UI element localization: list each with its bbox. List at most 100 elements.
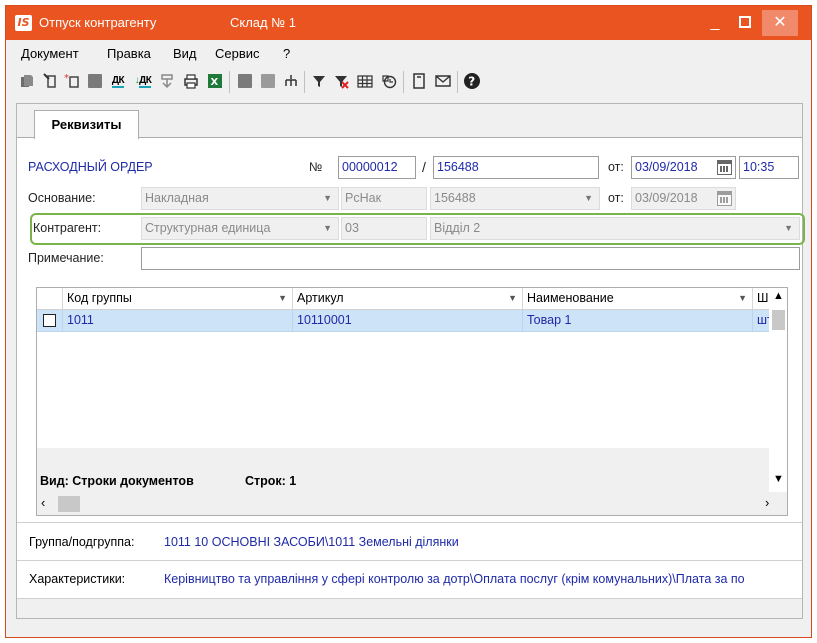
basis-label: Основание:: [28, 191, 96, 205]
menu-document[interactable]: Документ: [21, 46, 79, 61]
table-row[interactable]: 1011 10110001 Товар 1 шт: [37, 310, 769, 332]
print-icon[interactable]: [182, 72, 200, 90]
excel-icon[interactable]: X: [206, 72, 224, 90]
main-window: IS Отпуск контрагенту Склад № 1 _ ✕ Доку…: [5, 5, 812, 638]
contractor-type-select[interactable]: Структурная единица ▼: [141, 217, 339, 240]
clear-filter-icon[interactable]: [332, 72, 350, 90]
basis-type-select[interactable]: Накладная ▼: [141, 187, 339, 210]
number-label: №: [309, 160, 323, 174]
new-doc-icon[interactable]: [18, 72, 36, 90]
delete-icon[interactable]: [86, 72, 104, 90]
save-icon[interactable]: [236, 72, 254, 90]
debit-credit-icon[interactable]: ДК: [107, 72, 129, 90]
close-button[interactable]: ✕: [762, 10, 798, 36]
filter-dropdown-icon[interactable]: ▼: [738, 288, 747, 309]
app-logo-icon: IS: [15, 15, 32, 31]
basis-code-field[interactable]: РсНак: [341, 187, 427, 210]
contractor-type-value: Структурная единица: [145, 221, 271, 235]
copy-icon[interactable]: [259, 72, 277, 90]
debit-credit-arrow-icon[interactable]: ↓ДК: [132, 72, 154, 90]
number-slash: /: [422, 159, 426, 175]
edit-doc-icon[interactable]: [42, 72, 60, 90]
chevron-down-icon: ▼: [784, 223, 793, 233]
basis-number-select[interactable]: 156488 ▼: [430, 187, 600, 210]
note-icon[interactable]: [410, 72, 428, 90]
cell-article: 10110001: [293, 310, 523, 331]
menu-help[interactable]: ?: [283, 46, 290, 61]
doc-time-field[interactable]: 10:35: [739, 156, 799, 179]
calendar-icon[interactable]: [717, 160, 732, 175]
row-checkbox-cell: [37, 310, 63, 331]
chevron-down-icon[interactable]: ▼: [770, 473, 787, 485]
col-group-code[interactable]: Код группы ▼: [63, 288, 293, 309]
doc-number-field[interactable]: 00000012: [338, 156, 416, 179]
calendar-icon[interactable]: [717, 191, 732, 206]
characteristics-label: Характеристики:: [29, 572, 126, 586]
chevron-down-icon: ▼: [323, 193, 332, 203]
characteristics-value: Керівництво та управління у сфері контро…: [164, 572, 745, 586]
menu-edit[interactable]: Правка: [107, 46, 151, 61]
window-subtitle: Склад № 1: [230, 15, 297, 30]
filter-icon[interactable]: [310, 72, 328, 90]
filter-dropdown-icon[interactable]: ▼: [278, 288, 287, 309]
status-bar: [17, 598, 802, 618]
group-label: Группа/подгруппа:: [29, 535, 135, 549]
hierarchy-icon[interactable]: [282, 72, 300, 90]
scroll-thumb[interactable]: [58, 496, 80, 512]
svg-text:?: ?: [468, 75, 475, 89]
chevron-up-icon[interactable]: ▲: [770, 290, 787, 302]
history-icon[interactable]: [380, 72, 398, 90]
window-title: Отпуск контрагенту: [39, 15, 157, 30]
note-label: Примечание:: [28, 251, 104, 265]
maximize-button[interactable]: [727, 10, 763, 36]
basis-type-value: Накладная: [145, 191, 209, 205]
basis-date-value: 03/09/2018: [635, 191, 698, 205]
title-bar[interactable]: IS Отпуск контрагенту Склад № 1 _ ✕: [6, 6, 811, 40]
cell-group-code: 1011: [63, 310, 293, 331]
new-doc-star-icon[interactable]: *: [64, 72, 82, 90]
basis-date-from-label: от:: [608, 191, 624, 205]
doc-date-value: 03/09/2018: [635, 160, 698, 174]
tab-strip: Реквизиты: [17, 104, 802, 139]
chevron-right-icon[interactable]: ›: [765, 495, 769, 510]
chevron-down-icon: ▼: [584, 193, 593, 203]
lines-grid: Код группы ▼ Артикул ▼ Наименование ▼ Ш 101…: [36, 287, 788, 516]
col-name[interactable]: Наименование ▼: [523, 288, 753, 309]
menu-view[interactable]: Вид: [173, 46, 197, 61]
menu-service[interactable]: Сервис: [215, 46, 260, 61]
note-field[interactable]: [141, 247, 800, 270]
horizontal-scrollbar[interactable]: ‹ ›: [37, 492, 787, 515]
minimize-icon: _: [710, 14, 720, 31]
svg-text:*: *: [64, 73, 69, 84]
chevron-down-icon: ▼: [323, 223, 332, 233]
grid-header: Код группы ▼ Артикул ▼ Наименование ▼ Ш: [37, 288, 769, 310]
col-unit[interactable]: Ш: [753, 288, 769, 309]
col-article[interactable]: Артикул ▼: [293, 288, 523, 309]
grid-view-label: Вид: Строки документов: [40, 474, 194, 488]
scroll-thumb[interactable]: [772, 310, 785, 330]
svg-text:X: X: [211, 77, 219, 88]
close-icon: ✕: [773, 14, 787, 31]
contractor-label: Контрагент:: [33, 221, 102, 235]
group-value: 1011 10 ОСНОВНІ ЗАСОБИ\1011 Земельні діл…: [164, 535, 459, 549]
help-icon[interactable]: ?: [463, 72, 481, 90]
contractor-code-field[interactable]: 03: [341, 217, 427, 240]
date-from-label: от:: [608, 160, 624, 174]
table-icon[interactable]: [356, 72, 374, 90]
grid-rows-count: Строк: 1: [245, 474, 297, 488]
chevron-left-icon[interactable]: ‹: [41, 495, 45, 510]
vertical-scrollbar[interactable]: ▲ ▼: [770, 288, 787, 492]
cell-unit: шт: [757, 313, 769, 327]
filter-dropdown-icon[interactable]: ▼: [508, 288, 517, 309]
row-checkbox[interactable]: [43, 314, 56, 327]
cell-name: Товар 1: [523, 310, 753, 331]
contractor-name-select[interactable]: Відділ 2 ▼: [430, 217, 800, 240]
tab-requisites[interactable]: Реквизиты: [34, 110, 139, 139]
import-icon[interactable]: [158, 72, 176, 90]
grid-footer: Вид: Строки документов Строк: 1: [37, 448, 769, 492]
doc-number2-field[interactable]: 156488: [433, 156, 599, 179]
mail-icon[interactable]: [434, 72, 452, 90]
menu-bar: Документ Правка Вид Сервис ?: [6, 42, 811, 64]
doc-date-field[interactable]: 03/09/2018: [631, 156, 736, 179]
basis-date-field[interactable]: 03/09/2018: [631, 187, 736, 210]
